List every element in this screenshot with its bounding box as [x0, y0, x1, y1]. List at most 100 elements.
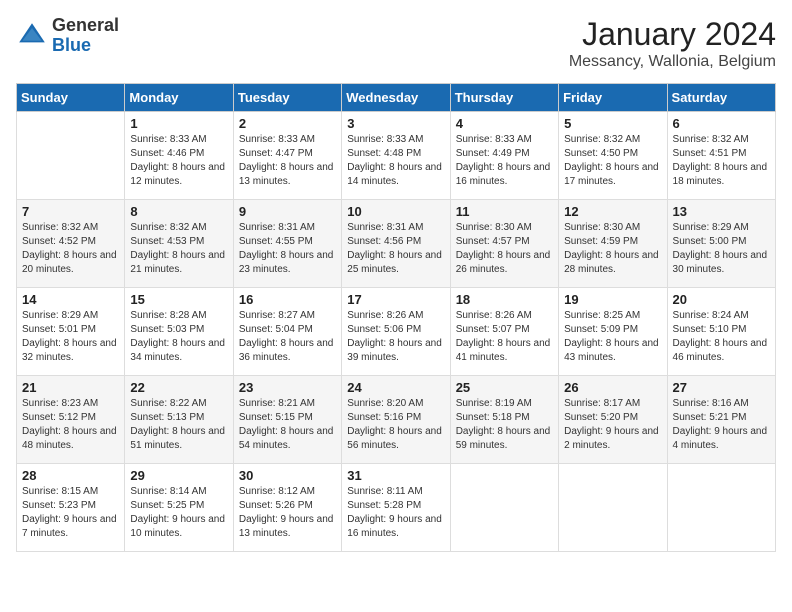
day-detail: Sunrise: 8:33 AMSunset: 4:48 PMDaylight:… — [347, 133, 444, 189]
day-number: 29 — [130, 468, 227, 483]
day-detail: Sunrise: 8:30 AMSunset: 4:57 PMDaylight:… — [456, 221, 553, 277]
calendar-cell: 7Sunrise: 8:32 AMSunset: 4:52 PMDaylight… — [17, 200, 125, 288]
calendar-cell: 13 Sunrise: 8:29 AMSunset: 5:00 PMDayligh… — [667, 200, 775, 288]
calendar-cell: 10 Sunrise: 8:31 AMSunset: 4:56 PMDayligh… — [342, 200, 450, 288]
header: General Blue January 2024 Messancy, Wall… — [16, 16, 776, 71]
calendar-cell: 21 Sunrise: 8:23 AMSunset: 5:12 PMDayligh… — [17, 376, 125, 464]
logo-text: General Blue — [52, 16, 119, 56]
day-number: 17 — [347, 292, 444, 307]
day-number: 27 — [673, 380, 770, 395]
day-detail: Sunrise: 8:20 AMSunset: 5:16 PMDaylight:… — [347, 397, 444, 453]
calendar-cell: 8 Sunrise: 8:32 AMSunset: 4:53 PMDaylight… — [125, 200, 233, 288]
calendar-cell: 25 Sunrise: 8:19 AMSunset: 5:18 PMDayligh… — [450, 376, 558, 464]
day-detail: Sunrise: 8:24 AMSunset: 5:10 PMDaylight:… — [673, 309, 770, 365]
day-number: 20 — [673, 292, 770, 307]
logo-icon — [16, 20, 48, 52]
calendar-cell: 18Sunrise: 8:26 AMSunset: 5:07 PMDayligh… — [450, 288, 558, 376]
day-number: 31 — [347, 468, 444, 483]
weekday-header-cell: Tuesday — [233, 84, 341, 112]
logo-blue-text: Blue — [52, 36, 119, 56]
day-detail: Sunrise: 8:11 AMSunset: 5:28 PMDaylight:… — [347, 485, 444, 541]
day-detail: Sunrise: 8:33 AMSunset: 4:49 PMDaylight:… — [456, 133, 553, 189]
weekday-header-cell: Wednesday — [342, 84, 450, 112]
calendar-cell — [667, 464, 775, 552]
day-detail: Sunrise: 8:27 AMSunset: 5:04 PMDaylight:… — [239, 309, 336, 365]
day-detail: Sunrise: 8:32 AMSunset: 4:53 PMDaylight:… — [130, 221, 227, 277]
calendar-cell: 26Sunrise: 8:17 AMSunset: 5:20 PMDayligh… — [559, 376, 667, 464]
weekday-header-cell: Monday — [125, 84, 233, 112]
day-number: 2 — [239, 116, 336, 131]
day-number: 24 — [347, 380, 444, 395]
day-number: 12 — [564, 204, 661, 219]
day-detail: Sunrise: 8:17 AMSunset: 5:20 PMDaylight:… — [564, 397, 661, 453]
calendar-week-row: 28Sunrise: 8:15 AMSunset: 5:23 PMDayligh… — [17, 464, 776, 552]
calendar-cell: 19 Sunrise: 8:25 AMSunset: 5:09 PMDayligh… — [559, 288, 667, 376]
day-detail: Sunrise: 8:33 AMSunset: 4:46 PMDaylight:… — [130, 133, 227, 189]
day-number: 6 — [673, 116, 770, 131]
calendar-cell: 17Sunrise: 8:26 AMSunset: 5:06 PMDayligh… — [342, 288, 450, 376]
day-detail: Sunrise: 8:16 AMSunset: 5:21 PMDaylight:… — [673, 397, 770, 453]
calendar-week-row: 7Sunrise: 8:32 AMSunset: 4:52 PMDaylight… — [17, 200, 776, 288]
calendar-cell: 14 Sunrise: 8:29 AMSunset: 5:01 PMDayligh… — [17, 288, 125, 376]
day-detail: Sunrise: 8:21 AMSunset: 5:15 PMDaylight:… — [239, 397, 336, 453]
day-detail: Sunrise: 8:32 AMSunset: 4:52 PMDaylight:… — [22, 221, 119, 277]
day-detail: Sunrise: 8:12 AMSunset: 5:26 PMDaylight:… — [239, 485, 336, 541]
calendar-cell: 2 Sunrise: 8:33 AMSunset: 4:47 PMDaylight… — [233, 112, 341, 200]
day-detail: Sunrise: 8:19 AMSunset: 5:18 PMDaylight:… — [456, 397, 553, 453]
day-number: 16 — [239, 292, 336, 307]
day-detail: Sunrise: 8:29 AMSunset: 5:00 PMDaylight:… — [673, 221, 770, 277]
calendar-cell: 20 Sunrise: 8:24 AMSunset: 5:10 PMDayligh… — [667, 288, 775, 376]
day-detail: Sunrise: 8:31 AMSunset: 4:56 PMDaylight:… — [347, 221, 444, 277]
calendar-cell: 24 Sunrise: 8:20 AMSunset: 5:16 PMDayligh… — [342, 376, 450, 464]
calendar-cell: 6 Sunrise: 8:32 AMSunset: 4:51 PMDaylight… — [667, 112, 775, 200]
day-detail: Sunrise: 8:25 AMSunset: 5:09 PMDaylight:… — [564, 309, 661, 365]
day-number: 13 — [673, 204, 770, 219]
calendar-cell: 3 Sunrise: 8:33 AMSunset: 4:48 PMDaylight… — [342, 112, 450, 200]
day-number: 21 — [22, 380, 119, 395]
weekday-header-cell: Sunday — [17, 84, 125, 112]
calendar-cell: 28Sunrise: 8:15 AMSunset: 5:23 PMDayligh… — [17, 464, 125, 552]
calendar-week-row: 1 Sunrise: 8:33 AMSunset: 4:46 PMDaylight… — [17, 112, 776, 200]
day-number: 11 — [456, 204, 553, 219]
day-number: 14 — [22, 292, 119, 307]
calendar-cell: 23 Sunrise: 8:21 AMSunset: 5:15 PMDayligh… — [233, 376, 341, 464]
day-number: 8 — [130, 204, 227, 219]
day-number: 22 — [130, 380, 227, 395]
calendar-cell: 1 Sunrise: 8:33 AMSunset: 4:46 PMDaylight… — [125, 112, 233, 200]
day-detail: Sunrise: 8:23 AMSunset: 5:12 PMDaylight:… — [22, 397, 119, 453]
day-number: 3 — [347, 116, 444, 131]
calendar-cell — [559, 464, 667, 552]
day-number: 15 — [130, 292, 227, 307]
day-number: 10 — [347, 204, 444, 219]
day-number: 30 — [239, 468, 336, 483]
day-number: 9 — [239, 204, 336, 219]
calendar-cell: 16 Sunrise: 8:27 AMSunset: 5:04 PMDayligh… — [233, 288, 341, 376]
calendar-body: 1 Sunrise: 8:33 AMSunset: 4:46 PMDaylight… — [17, 112, 776, 552]
day-detail: Sunrise: 8:32 AMSunset: 4:50 PMDaylight:… — [564, 133, 661, 189]
day-detail: Sunrise: 8:14 AMSunset: 5:25 PMDaylight:… — [130, 485, 227, 541]
calendar-cell: 30 Sunrise: 8:12 AMSunset: 5:26 PMDayligh… — [233, 464, 341, 552]
day-number: 19 — [564, 292, 661, 307]
day-number: 18 — [456, 292, 553, 307]
calendar-cell: 27 Sunrise: 8:16 AMSunset: 5:21 PMDayligh… — [667, 376, 775, 464]
day-number: 1 — [130, 116, 227, 131]
calendar-cell: 22Sunrise: 8:22 AMSunset: 5:13 PMDayligh… — [125, 376, 233, 464]
day-detail: Sunrise: 8:33 AMSunset: 4:47 PMDaylight:… — [239, 133, 336, 189]
calendar-cell: 29 Sunrise: 8:14 AMSunset: 5:25 PMDayligh… — [125, 464, 233, 552]
day-number: 23 — [239, 380, 336, 395]
calendar-cell — [17, 112, 125, 200]
weekday-header-cell: Friday — [559, 84, 667, 112]
day-number: 5 — [564, 116, 661, 131]
calendar-cell: 11 Sunrise: 8:30 AMSunset: 4:57 PMDayligh… — [450, 200, 558, 288]
day-detail: Sunrise: 8:32 AMSunset: 4:51 PMDaylight:… — [673, 133, 770, 189]
day-detail: Sunrise: 8:30 AMSunset: 4:59 PMDaylight:… — [564, 221, 661, 277]
day-number: 25 — [456, 380, 553, 395]
calendar-cell: 15 Sunrise: 8:28 AMSunset: 5:03 PMDayligh… — [125, 288, 233, 376]
calendar-table: SundayMondayTuesdayWednesdayThursdayFrid… — [16, 83, 776, 552]
calendar-cell: 5 Sunrise: 8:32 AMSunset: 4:50 PMDaylight… — [559, 112, 667, 200]
day-number: 4 — [456, 116, 553, 131]
title-area: January 2024 Messancy, Wallonia, Belgium — [569, 16, 776, 71]
weekday-header-cell: Thursday — [450, 84, 558, 112]
day-detail: Sunrise: 8:29 AMSunset: 5:01 PMDaylight:… — [22, 309, 119, 365]
day-detail: Sunrise: 8:28 AMSunset: 5:03 PMDaylight:… — [130, 309, 227, 365]
